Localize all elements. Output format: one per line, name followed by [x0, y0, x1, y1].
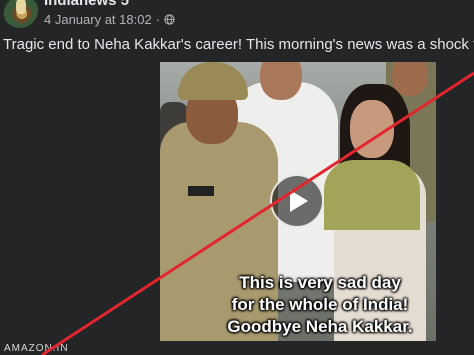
page-name-link[interactable]: Indianews 5	[44, 0, 129, 9]
page-avatar[interactable]	[2, 0, 38, 28]
meta-separator: ·	[155, 12, 161, 27]
post-caption: Tragic end to Neha Kakkar's career! This…	[3, 36, 474, 53]
post-video[interactable]: This is very sad day for the whole of In…	[160, 62, 436, 341]
overlay-line-3: Goodbye Neha Kakkar.	[227, 317, 413, 336]
woman-blouse	[324, 160, 420, 230]
doctor-head	[260, 62, 302, 100]
post-meta: 4 January at 18:02 ·	[44, 12, 175, 27]
play-icon	[290, 190, 308, 212]
woman-face	[350, 100, 394, 158]
name-badge	[188, 186, 214, 196]
post-header: Indianews 5 4 January at 18:02 ·	[0, 0, 474, 30]
globe-icon	[164, 14, 175, 25]
overlay-line-1: This is very sad day	[239, 273, 401, 292]
overlay-line-2: for the whole of India!	[231, 295, 409, 314]
video-overlay-text: This is very sad day for the whole of In…	[210, 272, 430, 338]
watermark: AMAZON.IN	[4, 343, 69, 354]
avatar-rider-shape	[16, 0, 26, 14]
play-button[interactable]	[270, 174, 324, 228]
post-date-link[interactable]: 4 January at 18:02	[44, 12, 152, 27]
